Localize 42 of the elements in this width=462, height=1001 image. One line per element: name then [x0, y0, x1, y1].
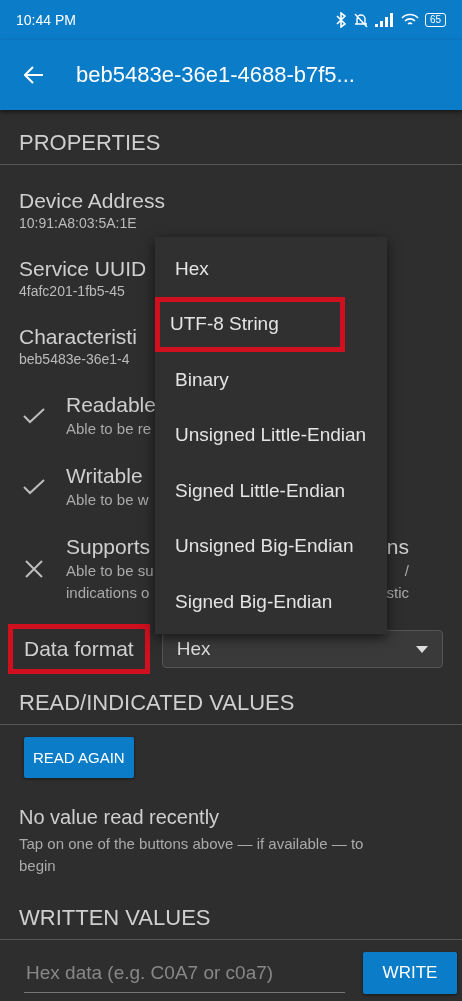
capability-title: Readable — [66, 392, 156, 418]
capability-title: Writable — [66, 463, 143, 489]
menu-item[interactable]: Binary — [155, 352, 387, 408]
read-again-button[interactable]: READ AGAIN — [24, 737, 134, 778]
capability-title: ns — [386, 534, 409, 560]
capability-description: Able to be su — [66, 561, 154, 581]
data-format-dropdown[interactable]: Hex — [161, 630, 443, 668]
hex-data-input[interactable]: Hex data (e.g. C0A7 or c0a7) — [24, 953, 345, 993]
app-bar-title: beb5483e-36e1-4688-b7f5... — [76, 62, 355, 88]
signal-icon — [374, 13, 395, 27]
bluetooth-icon — [334, 12, 347, 28]
field-label: Device Address — [19, 188, 165, 214]
section-heading: WRITTEN VALUES — [18, 905, 212, 932]
field-label: Service UUID — [19, 256, 147, 282]
wifi-icon — [400, 13, 419, 27]
capability-description: indications o — [66, 583, 150, 603]
field-value: 4fafc201-1fb5-45 — [19, 282, 125, 301]
menu-item[interactable]: UTF-8 String — [155, 296, 345, 352]
write-button[interactable]: WRITE — [363, 952, 457, 994]
capability-description: stic — [386, 583, 409, 603]
muted-bell-icon — [352, 12, 369, 28]
dropdown-caret-icon — [416, 645, 428, 653]
status-message: No value read recently — [18, 805, 221, 829]
field-label: Characteristi — [19, 324, 137, 350]
capability-title: Supports — [66, 534, 151, 560]
menu-item[interactable]: Signed Big-Endian — [155, 574, 387, 630]
section-heading: READ/INDICATED VALUES — [18, 690, 296, 717]
field-value: 10:91:A8:03:5A:1E — [19, 214, 137, 233]
menu-item[interactable]: Unsigned Little-Endian — [155, 407, 387, 463]
menu-item[interactable]: Signed Little-Endian — [155, 463, 387, 519]
capability-description: / — [404, 561, 409, 581]
capability-description: Able to be re — [66, 419, 152, 439]
capability-description: Able to be w — [66, 490, 149, 510]
menu-item[interactable]: Unsigned Big-Endian — [155, 518, 387, 574]
back-arrow-icon[interactable] — [24, 66, 44, 84]
field-value: beb5483e-36e1-4 — [19, 350, 130, 369]
menu-item[interactable]: Hex — [155, 241, 387, 297]
status-time: 10:44 PM — [16, 12, 76, 28]
status-hint: Tap on one of the buttons above — if available — to begin — [18, 834, 365, 876]
section-heading: PROPERTIES — [18, 130, 162, 157]
data-format-label: Data format — [8, 624, 150, 674]
battery-indicator: 65 — [424, 13, 446, 27]
